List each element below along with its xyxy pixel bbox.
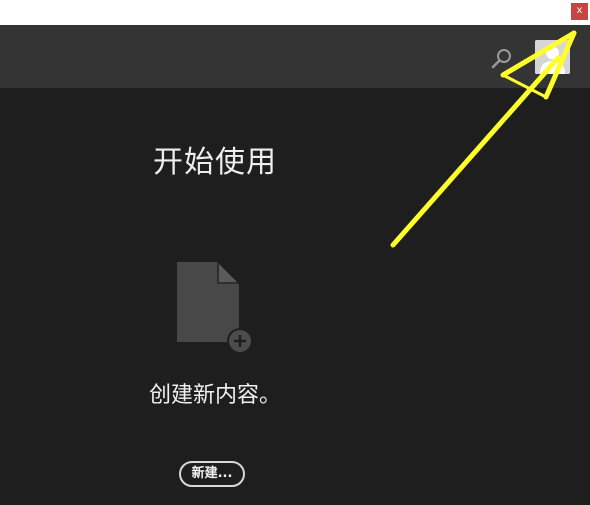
search-icon[interactable] <box>490 47 514 71</box>
user-avatar-icon <box>535 40 570 74</box>
close-button[interactable]: x <box>571 3 588 20</box>
page-title: 开始使用 <box>153 145 277 180</box>
search-icon-graphic <box>491 49 511 69</box>
create-prompt: 创建新内容。 <box>148 383 281 408</box>
title-bar: x <box>0 0 590 25</box>
user-avatar-button[interactable] <box>535 40 570 74</box>
app-window: x 开始使用 创建新内容。 新建... <box>0 0 590 505</box>
new-document-icon <box>175 262 255 356</box>
new-button[interactable]: 新建... <box>179 461 245 487</box>
